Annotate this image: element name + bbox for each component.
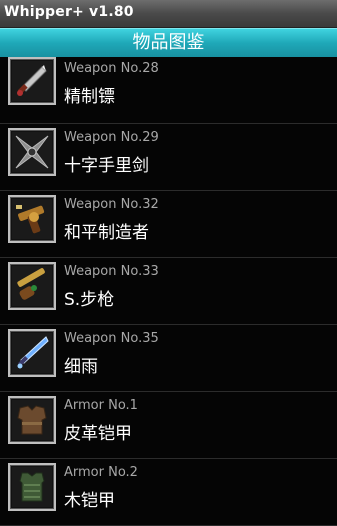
list-item[interactable]: Armor No.1 皮革铠甲 — [0, 392, 337, 459]
item-name: 精制镖 — [64, 87, 115, 107]
list-item[interactable]: Armor No.2 木铠甲 — [0, 459, 337, 526]
app-title-bar: Whipper+ v1.80 — [0, 0, 337, 28]
item-number: Armor No.1 — [64, 398, 138, 413]
shuriken-icon — [8, 128, 56, 176]
item-number: Weapon No.35 — [64, 331, 159, 346]
item-name: 皮革铠甲 — [64, 424, 132, 444]
item-number: Weapon No.32 — [64, 197, 159, 212]
list-item[interactable]: Weapon No.29 十字手里剑 — [0, 124, 337, 191]
list-item[interactable]: Weapon No.32 和平制造者 — [0, 191, 337, 258]
item-name: S.步枪 — [64, 290, 115, 310]
dagger-icon — [8, 57, 56, 105]
item-number: Weapon No.28 — [64, 61, 159, 76]
item-name: 十字手里剑 — [64, 156, 149, 176]
item-name: 细雨 — [64, 357, 98, 377]
app-title: Whipper+ v1.80 — [4, 4, 134, 20]
item-number: Armor No.2 — [64, 465, 138, 480]
wood-armor-icon — [8, 463, 56, 511]
list-item[interactable]: Weapon No.28 精制镖 — [0, 57, 337, 124]
item-list[interactable]: Weapon No.28 精制镖 Weapon No.29 十字手里剑 Weap… — [0, 57, 337, 526]
page-title: 物品图鉴 — [132, 32, 205, 53]
blue-blade-icon — [8, 329, 56, 377]
item-name: 和平制造者 — [64, 223, 149, 243]
page-header: 物品图鉴 — [0, 28, 337, 58]
rifle-icon — [8, 262, 56, 310]
item-number: Weapon No.33 — [64, 264, 159, 279]
item-number: Weapon No.29 — [64, 130, 159, 145]
list-item[interactable]: Weapon No.35 细雨 — [0, 325, 337, 392]
list-item[interactable]: Weapon No.33 S.步枪 — [0, 258, 337, 325]
leather-armor-icon — [8, 396, 56, 444]
item-name: 木铠甲 — [64, 491, 115, 511]
revolver-icon — [8, 195, 56, 243]
